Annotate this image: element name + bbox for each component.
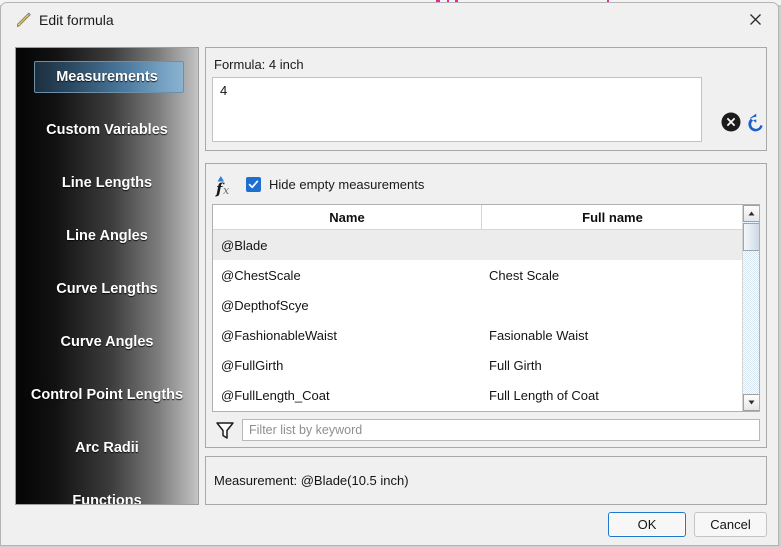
cell-full-name: Fasionable Waist	[489, 327, 589, 343]
formula-input-value: 4	[220, 83, 228, 98]
sidebar-item-label: Functions	[72, 493, 142, 505]
scrollbar-thumb[interactable]	[743, 223, 759, 251]
column-header-name[interactable]: Name	[213, 205, 482, 229]
cell-full-name: Full Length of Coat	[489, 387, 599, 403]
ok-button[interactable]: OK	[608, 512, 686, 537]
cell-name: @FullGirth	[221, 357, 284, 373]
table-row[interactable]: @FullLength_Coat Full Length of Coat	[213, 380, 759, 410]
formula-panel: Formula: 4 inch 4	[205, 47, 767, 151]
result-panel: Measurement: @Blade(10.5 inch)	[205, 456, 767, 505]
table-row[interactable]: @FashionableWaist Fasionable Waist	[213, 320, 759, 350]
undo-arrow-icon[interactable]	[745, 110, 767, 133]
measurement-list-panel: f x Hide empty measurements Name Full na…	[205, 163, 767, 448]
sidebar-item-line-lengths[interactable]: Line Lengths	[16, 159, 198, 207]
sidebar-item-curve-lengths[interactable]: Curve Lengths	[16, 265, 198, 313]
table-body: @Blade @ChestScale Chest Scale @DepthofS…	[213, 230, 759, 410]
fx-function-icon: f x	[214, 173, 242, 199]
sidebar-item-label: Curve Lengths	[56, 281, 158, 297]
scroll-down-arrow-icon[interactable]	[743, 394, 759, 411]
table-row[interactable]: @FullGirth Full Girth	[213, 350, 759, 380]
cell-full-name: Full Girth	[489, 357, 542, 373]
sidebar-item-curve-angles[interactable]: Curve Angles	[16, 318, 198, 366]
clear-circle-icon[interactable]	[720, 111, 742, 133]
filter-funnel-icon	[214, 420, 236, 440]
hide-empty-measurements-checkbox[interactable]: Hide empty measurements	[246, 177, 424, 192]
table-row[interactable]: @DepthofScye	[213, 290, 759, 320]
cell-full-name: Chest Scale	[489, 267, 560, 283]
scroll-up-arrow-icon[interactable]	[743, 205, 759, 222]
sidebar-item-label: Custom Variables	[46, 122, 168, 138]
sidebar-item-label: Line Lengths	[61, 175, 153, 191]
title-bar: Edit formula	[1, 3, 778, 37]
cell-name: @FashionableWaist	[221, 327, 338, 343]
cell-name: @FullLength_Coat	[221, 387, 330, 403]
filter-row	[212, 418, 760, 442]
measurement-table[interactable]: Name Full name @Blade @ChestScale Chest …	[212, 204, 760, 412]
cell-name: @ChestScale	[221, 267, 301, 283]
category-sidebar[interactable]: Measurements Custom Variables Line Lengt…	[15, 47, 199, 505]
sidebar-item-label: Control Point Lengths	[30, 387, 184, 403]
filter-input[interactable]	[242, 419, 760, 441]
sidebar-item-control-point-lengths[interactable]: Control Point Lengths	[16, 371, 198, 419]
measurement-result-text: Measurement: @Blade(10.5 inch)	[214, 473, 409, 488]
sidebar-item-label: Curve Angles	[60, 334, 154, 350]
sidebar-item-functions[interactable]: Functions	[16, 477, 198, 505]
close-icon[interactable]	[732, 3, 778, 36]
sidebar-item-label: Measurements	[56, 69, 158, 85]
sidebar-item-label: Line Angles	[66, 228, 148, 244]
sidebar-item-label: Arc Radii	[75, 440, 139, 456]
formula-input[interactable]: 4	[212, 77, 702, 142]
cell-name: @DepthofScye	[221, 297, 309, 313]
table-vertical-scrollbar[interactable]	[742, 205, 759, 411]
column-header-full-name[interactable]: Full name	[482, 205, 743, 229]
sidebar-item-line-angles[interactable]: Line Angles	[16, 212, 198, 260]
svg-text:x: x	[223, 184, 230, 197]
sidebar-item-measurements[interactable]: Measurements	[16, 53, 198, 101]
table-row[interactable]: @ChestScale Chest Scale	[213, 260, 759, 290]
hide-empty-measurements-label: Hide empty measurements	[269, 177, 425, 192]
checkbox-box[interactable]	[246, 177, 261, 192]
edit-formula-dialog: Edit formula Measurements Custom Variabl…	[0, 2, 779, 546]
formula-label: Formula: 4 inch	[214, 57, 304, 72]
table-header-row: Name Full name	[213, 205, 759, 230]
pencil-icon	[15, 11, 33, 29]
cell-name: @Blade	[221, 237, 268, 253]
table-row[interactable]: @Blade	[213, 230, 759, 260]
sidebar-item-arc-radii[interactable]: Arc Radii	[16, 424, 198, 472]
cancel-button[interactable]: Cancel	[694, 512, 767, 537]
window-title: Edit formula	[39, 12, 114, 28]
sidebar-item-custom-variables[interactable]: Custom Variables	[16, 106, 198, 154]
